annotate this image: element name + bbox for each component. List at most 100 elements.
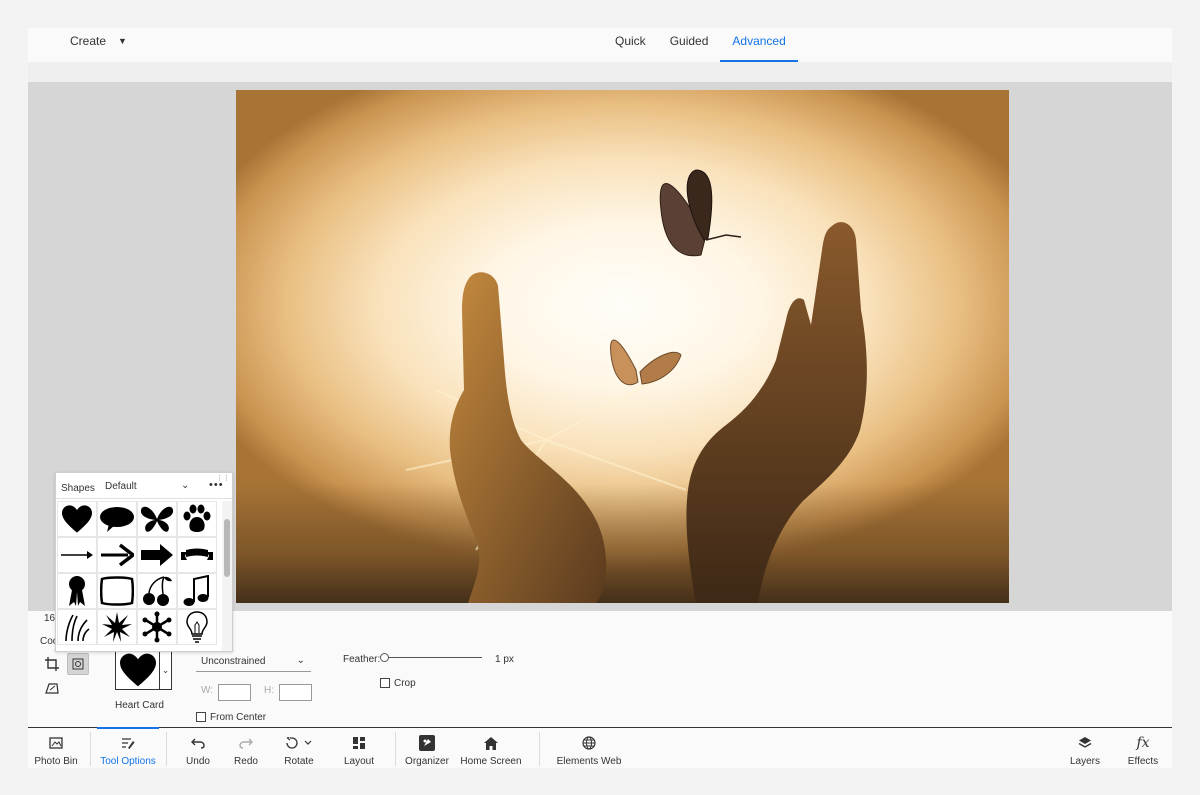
resize-grip-icon[interactable]: ⋮⋮ <box>216 474 230 482</box>
shape-name-label: Heart Card <box>115 700 164 711</box>
caret-down-icon: ▼ <box>118 36 127 46</box>
separator <box>166 732 167 766</box>
shape-cell-thin-arrow[interactable] <box>57 537 97 573</box>
crop-label: Crop <box>394 678 416 689</box>
separator <box>539 732 540 766</box>
home-screen-label: Home Screen <box>460 756 522 767</box>
rotate-label: Rotate <box>284 756 314 767</box>
from-center-checkbox[interactable] <box>196 712 206 722</box>
undo-button[interactable]: Undo <box>183 728 213 769</box>
chevron-down-icon[interactable]: ⌄ <box>181 480 189 491</box>
heart-card-icon <box>119 653 156 687</box>
photo-bin-label: Photo Bin <box>34 756 78 767</box>
effects-button[interactable]: fx Effects <box>1126 728 1160 769</box>
redo-icon <box>239 732 253 754</box>
photo-editor-window: Create ▼ Quick Guided Advanced 16. Coo ⌄… <box>28 28 1172 768</box>
undo-icon <box>191 732 205 754</box>
shape-cell-block-arrow[interactable] <box>137 537 177 573</box>
options-strip <box>28 62 1172 82</box>
layers-icon <box>1078 732 1092 754</box>
feather-value: 1 px <box>495 654 514 665</box>
award-ribbon-icon <box>69 576 85 606</box>
light-bulb-icon <box>186 611 208 643</box>
photo-illustration <box>405 169 867 603</box>
rotate-button[interactable]: Rotate <box>281 728 317 769</box>
elements-web-label: Elements Web <box>556 756 622 767</box>
shape-cell-speech-bubble[interactable] <box>97 501 137 537</box>
block-arrow-icon <box>141 544 173 566</box>
canvas-photo[interactable] <box>236 90 1009 603</box>
tool-options-icon <box>121 732 135 754</box>
shape-cell-bold-arrow[interactable] <box>97 537 137 573</box>
elements-web-button[interactable]: Elements Web <box>556 728 622 769</box>
home-screen-button[interactable]: Home Screen <box>460 728 522 769</box>
starburst-icon <box>102 612 132 642</box>
shapes-scrollbar[interactable] <box>222 501 232 651</box>
shape-cell-frame[interactable] <box>97 573 137 609</box>
photo-bin-icon <box>49 732 63 754</box>
undo-label: Undo <box>186 756 210 767</box>
perspective-crop-icon[interactable] <box>41 677 63 699</box>
width-field[interactable] <box>218 684 251 701</box>
shape-cell-award-ribbon[interactable] <box>57 573 97 609</box>
snowflake-icon <box>142 611 172 643</box>
shape-cell-starburst[interactable] <box>97 609 137 645</box>
crop-checkbox[interactable] <box>380 678 390 688</box>
height-field[interactable] <box>279 684 312 701</box>
height-label: H: <box>264 685 274 696</box>
layout-button[interactable]: Layout <box>341 728 377 769</box>
chevron-down-icon: ⌄ <box>296 655 305 666</box>
organizer-button[interactable]: Organizer <box>404 728 450 769</box>
bottom-taskbar: Photo Bin Tool Options Undo Redo Rotate … <box>28 727 1172 768</box>
shape-cell-snowflake[interactable] <box>137 609 177 645</box>
cookie-cutter-tool-icon[interactable] <box>67 653 89 675</box>
shape-cell-paw-print[interactable] <box>177 501 217 537</box>
shape-cell-grass[interactable] <box>57 609 97 645</box>
paw-print-icon <box>183 504 211 532</box>
shapes-scrollbar-thumb[interactable] <box>224 519 230 577</box>
shape-picker-dropdown[interactable]: ⌄ <box>160 650 172 690</box>
shape-cell-cherries[interactable] <box>137 573 177 609</box>
feather-slider-knob[interactable] <box>380 653 389 662</box>
butterfly-small <box>610 339 682 386</box>
crop-tool-icon[interactable] <box>41 653 63 675</box>
shape-library-select[interactable]: Default <box>105 481 137 492</box>
shapes-picker-panel: Shapes Default ⌄ ••• ⋮⋮ <box>55 472 233 652</box>
separator <box>395 732 396 766</box>
grass-icon <box>65 614 90 642</box>
tool-options-label: Tool Options <box>100 756 156 767</box>
butterfly-icon <box>140 506 174 532</box>
width-label: W: <box>201 685 214 696</box>
create-label: Create <box>70 34 107 48</box>
constraint-select[interactable]: Unconstrained ⌄ <box>196 652 311 672</box>
shape-cell-butterfly[interactable] <box>137 501 177 537</box>
organizer-icon <box>419 732 435 754</box>
shape-cell-light-bulb[interactable] <box>177 609 217 645</box>
feather-slider[interactable] <box>380 653 482 662</box>
shapes-panel-header: Shapes Default ⌄ ••• ⋮⋮ <box>56 473 232 499</box>
create-menu[interactable]: Create ▼ <box>70 34 127 48</box>
layers-button[interactable]: Layers <box>1068 728 1102 769</box>
tab-advanced[interactable]: Advanced <box>720 28 799 62</box>
tab-guided[interactable]: Guided <box>658 28 721 62</box>
tab-quick[interactable]: Quick <box>603 28 658 62</box>
constraint-value: Unconstrained <box>201 656 266 667</box>
organizer-label: Organizer <box>405 756 449 767</box>
shape-cell-heart[interactable] <box>57 501 97 537</box>
photo-bin-button[interactable]: Photo Bin <box>34 728 78 769</box>
from-center-label: From Center <box>210 712 267 723</box>
shape-cell-music-note[interactable] <box>177 573 217 609</box>
layout-icon <box>353 732 365 754</box>
chevron-down-icon: ⌄ <box>161 664 170 675</box>
shape-preview-box[interactable] <box>115 650 160 690</box>
shape-cell-banner[interactable] <box>177 537 217 573</box>
top-bar: Create ▼ Quick Guided Advanced <box>28 28 1172 62</box>
music-note-icon <box>183 575 209 606</box>
redo-button[interactable]: Redo <box>231 728 261 769</box>
separator <box>90 732 91 766</box>
redo-label: Redo <box>234 756 258 767</box>
layout-label: Layout <box>343 756 375 767</box>
thin-arrow-icon <box>61 551 93 559</box>
tool-options-button[interactable]: Tool Options <box>97 727 159 769</box>
speech-bubble-icon <box>100 507 134 532</box>
